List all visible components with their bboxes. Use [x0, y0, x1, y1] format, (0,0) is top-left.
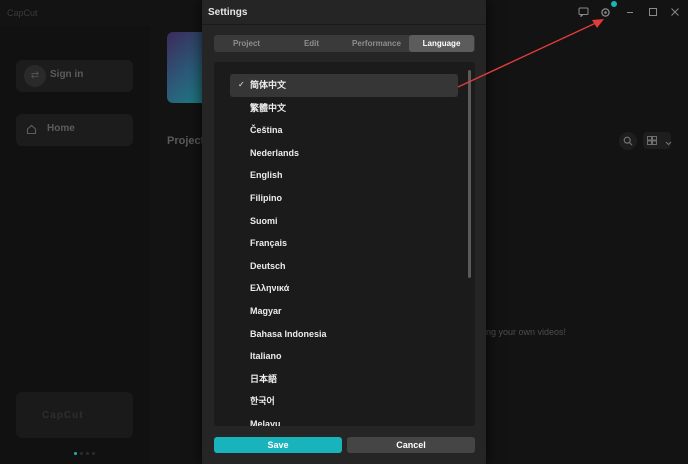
sign-in-label: Sign in — [50, 69, 84, 80]
close-icon[interactable] — [667, 5, 683, 21]
search-icon — [623, 136, 633, 146]
sign-in-button[interactable]: ⇄ Sign in — [16, 60, 133, 92]
language-option[interactable]: Melayu — [230, 413, 458, 426]
language-option[interactable]: Deutsch — [230, 255, 458, 278]
view-toggle-button[interactable] — [643, 132, 672, 149]
language-label: Magyar — [250, 305, 282, 316]
feedback-icon[interactable] — [575, 5, 591, 21]
hero-banner[interactable] — [167, 32, 207, 103]
sidebar-item-home[interactable]: Home — [16, 114, 133, 146]
sidebar: ⇄ Sign in Home CapCut — [0, 26, 150, 464]
language-option[interactable]: Bahasa Indonesia — [230, 323, 458, 346]
search-button[interactable] — [619, 132, 637, 150]
tab-project[interactable]: Project — [214, 35, 279, 52]
settings-dialog: Settings Project Edit Performance Langua… — [202, 0, 486, 464]
promo-banner[interactable]: CapCut — [16, 392, 133, 438]
language-option[interactable]: 日本語 — [230, 368, 458, 391]
language-label: 日本語 — [250, 373, 278, 384]
language-label: 繁體中文 — [250, 102, 287, 113]
language-label: Français — [250, 238, 288, 249]
language-label: Melayu — [250, 418, 281, 426]
language-option[interactable]: Magyar — [230, 300, 458, 323]
language-option[interactable]: 繁體中文 — [230, 97, 458, 120]
language-label: Deutsch — [250, 260, 286, 271]
language-option[interactable]: Ελληνικά — [230, 277, 458, 300]
cancel-button[interactable]: Cancel — [347, 437, 475, 453]
notification-dot — [611, 1, 617, 7]
language-list-panel: ✓ 简体中文繁體中文 Čeština Nederlands English Filipin… — [214, 62, 475, 426]
language-option[interactable]: 한국어 — [230, 390, 458, 413]
tab-edit[interactable]: Edit — [279, 35, 344, 52]
language-list: ✓ 简体中文繁體中文 Čeština Nederlands English Filipin… — [230, 74, 458, 426]
language-label: 한국어 — [250, 396, 275, 407]
language-option[interactable]: Filipino — [230, 187, 458, 210]
language-label: Bahasa Indonesia — [250, 328, 327, 339]
language-option[interactable]: English — [230, 164, 458, 187]
promo-text: CapCut — [42, 410, 84, 421]
language-label: Suomi — [250, 215, 278, 226]
language-option[interactable]: Italiano — [230, 345, 458, 368]
check-icon: ✓ — [238, 80, 245, 89]
language-label: 简体中文 — [250, 80, 287, 90]
language-label: Nederlands — [250, 147, 300, 158]
minimize-icon[interactable] — [622, 5, 638, 21]
grid-icon — [647, 136, 657, 145]
tab-language[interactable]: Language — [409, 35, 474, 52]
language-label: Filipino — [250, 192, 282, 203]
settings-tabs: Project Edit Performance Language — [214, 35, 475, 52]
user-icon: ⇄ — [24, 65, 46, 87]
language-option[interactable]: Suomi — [230, 210, 458, 233]
language-option[interactable]: Čeština — [230, 119, 458, 142]
language-label: English — [250, 170, 283, 181]
language-label: Ελληνικά — [250, 283, 290, 294]
save-button[interactable]: Save — [214, 437, 342, 453]
maximize-icon[interactable] — [645, 5, 661, 21]
language-option[interactable]: Français — [230, 232, 458, 255]
tab-performance[interactable]: Performance — [344, 35, 409, 52]
dialog-title: Settings — [208, 7, 248, 18]
home-icon — [26, 122, 37, 140]
settings-icon[interactable] — [597, 5, 613, 21]
language-label: Čeština — [250, 125, 283, 136]
promo-pagination — [74, 442, 104, 455]
app-logo: CapCut — [7, 8, 38, 18]
language-option[interactable]: ✓ 简体中文 — [230, 74, 458, 97]
language-option[interactable]: Nederlands — [230, 142, 458, 165]
empty-state-hint: ng your own videos! — [486, 327, 567, 337]
home-label: Home — [47, 123, 75, 134]
divider — [202, 24, 486, 25]
scrollbar[interactable] — [468, 70, 471, 278]
language-label: Italiano — [250, 351, 282, 362]
